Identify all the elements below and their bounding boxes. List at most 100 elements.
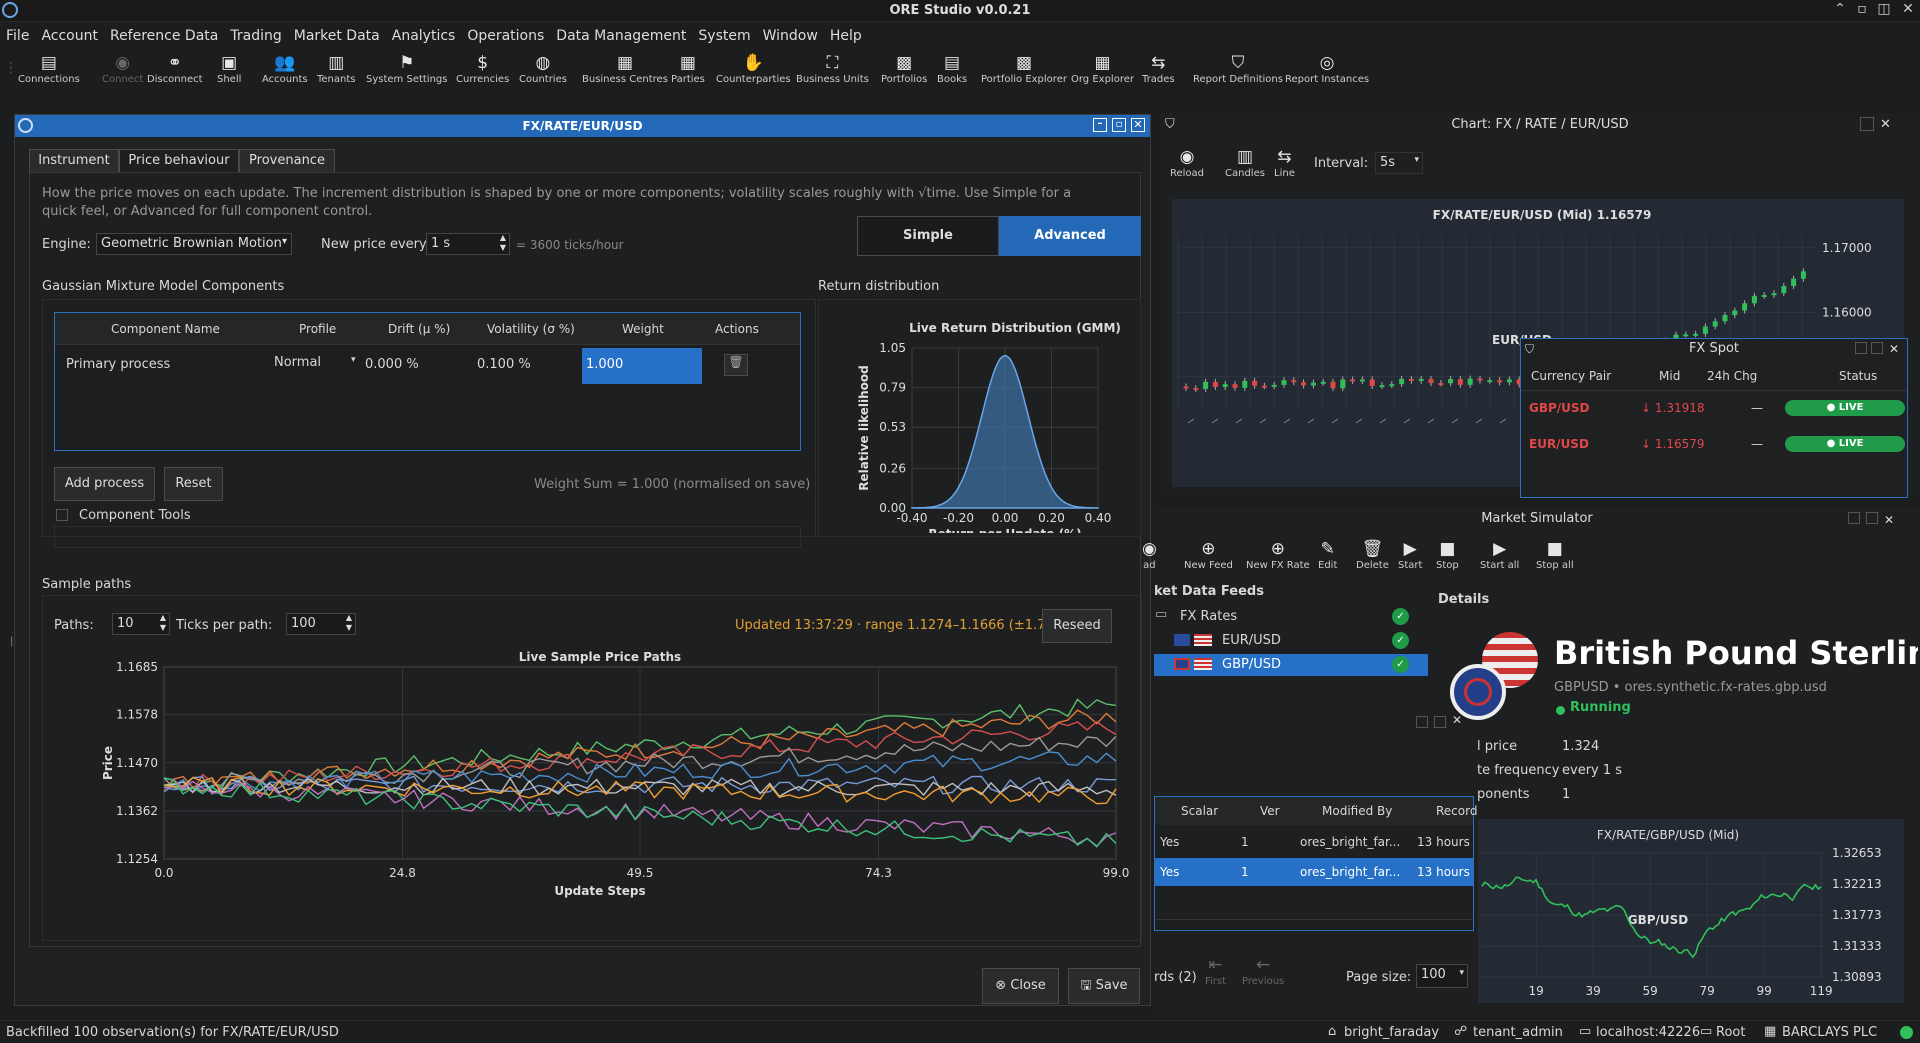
reset-button[interactable]: Reset <box>164 467 223 501</box>
disconnect-button[interactable]: ⚭ Disconnect <box>147 52 203 85</box>
weight-input[interactable]: 1.000 <box>582 348 702 384</box>
report-instances-button[interactable]: ◎ Report Instances <box>1285 52 1369 85</box>
previous-page-button[interactable]: ← Previous <box>1242 954 1284 987</box>
minimize-icon[interactable]: ⌃ <box>1830 1 1850 17</box>
paths-spinner-arrows-icon[interactable]: ▲ ▼ <box>160 613 166 633</box>
table-row[interactable]: Yes 1 ores_bright_far... 13 hours <box>1155 858 1473 886</box>
component-name-cell[interactable]: Primary process <box>66 357 170 372</box>
component-tools-checkbox[interactable] <box>56 509 68 521</box>
tab-instrument[interactable]: Instrument <box>29 149 119 173</box>
sim-new-feed-button[interactable]: ⊕ New Feed <box>1184 538 1233 571</box>
table-row[interactable]: Yes 1 ores_bright_far... 13 hours <box>1155 828 1473 856</box>
tree-node-gbpusd[interactable]: GBP/USD ✓ <box>1154 654 1428 676</box>
maximize-icon[interactable]: ▫ <box>1852 1 1872 17</box>
menu-system[interactable]: System <box>692 24 756 48</box>
reload-button[interactable]: ◉ Reload <box>1170 146 1204 179</box>
currencies-button[interactable]: $ Currencies <box>456 52 509 85</box>
simulator-close-icon[interactable]: ✕ <box>1884 509 1894 531</box>
org-explorer-button[interactable]: ▦ Org Explorer <box>1071 52 1134 85</box>
page-size-select[interactable]: 100 ▾ <box>1416 964 1468 988</box>
volatility-cell[interactable]: 0.100 % <box>477 357 531 372</box>
business-units-button[interactable]: ⛶ Business Units <box>796 52 869 85</box>
editor-close-icon[interactable]: ✕ <box>1131 118 1145 132</box>
editor-minimize-icon[interactable]: – <box>1093 118 1107 132</box>
first-page-button[interactable]: ⇤ First <box>1205 954 1226 987</box>
engine-select[interactable]: Geometric Brownian Motion ▾ <box>96 233 292 255</box>
restore-icon[interactable]: ◫ <box>1874 1 1894 17</box>
menu-data-management[interactable]: Data Management <box>550 24 692 48</box>
menu-window[interactable]: Window <box>757 24 824 48</box>
sim-start-button[interactable]: ▶ Start <box>1398 538 1422 571</box>
report-definitions-button[interactable]: ⛉ Report Definitions <box>1193 52 1283 85</box>
fx-spot-pin-icon[interactable]: ⛉ <box>1525 339 1534 359</box>
fx-spot-minimize-icon[interactable] <box>1855 342 1867 354</box>
countries-button[interactable]: ◍ Countries <box>519 52 567 85</box>
tree-node-eurusd[interactable]: EUR/USD ✓ <box>1154 630 1428 652</box>
editor-maximize-icon[interactable]: ▫ <box>1112 118 1126 132</box>
menu-reference-data[interactable]: Reference Data <box>104 24 224 48</box>
mode-advanced-button[interactable]: Advanced <box>999 216 1141 256</box>
simulator-maximize-icon[interactable] <box>1866 512 1878 524</box>
spinner-arrows-icon[interactable]: ▲ ▼ <box>500 233 506 253</box>
fx-spot-maximize-icon[interactable] <box>1871 342 1883 354</box>
fx-spot-row-eurusd[interactable]: EUR/USD ↓ 1.16579 — ● LIVE <box>1521 431 1907 461</box>
sim-new-fx-rate-button[interactable]: ⊕ New FX Rate <box>1246 538 1310 571</box>
component-tools-label[interactable]: Component Tools <box>79 508 191 523</box>
menu-market-data[interactable]: Market Data <box>288 24 386 48</box>
chart-window-restore-icon[interactable] <box>1860 117 1874 131</box>
horizontal-scrollbar[interactable] <box>1155 919 1473 929</box>
add-process-button[interactable]: Add process <box>54 467 155 501</box>
new-price-spinner[interactable]: 1 s ▲ ▼ <box>426 233 510 255</box>
parties-button[interactable]: ▦ Parties <box>671 52 705 85</box>
menu-operations[interactable]: Operations <box>461 24 550 48</box>
accounts-button[interactable]: 👥 Accounts <box>262 52 308 85</box>
reseed-button[interactable]: Reseed <box>1042 609 1112 643</box>
chart-window-pin-icon[interactable]: ⛉ <box>1165 114 1175 136</box>
sim-delete-button[interactable]: 🗑 Delete <box>1356 538 1389 571</box>
close-icon[interactable]: ✕ <box>1898 1 1918 17</box>
tab-price-behaviour[interactable]: Price behaviour <box>119 149 239 173</box>
profile-cell[interactable]: Normal <box>274 355 321 370</box>
trades-button[interactable]: ⇆ Trades <box>1142 52 1175 85</box>
drift-cell[interactable]: 0.000 % <box>365 357 419 372</box>
system-settings-button[interactable]: ⚑ System Settings <box>366 52 447 85</box>
portfolio-explorer-button[interactable]: ▩ Portfolio Explorer <box>981 52 1067 85</box>
menu-account[interactable]: Account <box>35 24 104 48</box>
ticks-per-path-spinner[interactable]: 100 ▲ ▼ <box>286 613 356 635</box>
mode-simple-button[interactable]: Simple <box>857 216 999 256</box>
interval-select[interactable]: 5s ▾ <box>1375 152 1423 174</box>
records-minimize-icon[interactable] <box>1416 716 1428 728</box>
delete-component-button[interactable]: 🗑 <box>724 354 748 376</box>
save-button[interactable]: 🖫 Save <box>1068 968 1140 1004</box>
menu-analytics[interactable]: Analytics <box>386 24 462 48</box>
paths-spinner[interactable]: 10 ▲ ▼ <box>112 613 170 635</box>
simulator-minimize-icon[interactable] <box>1848 512 1860 524</box>
close-button[interactable]: ⊗ Close <box>982 968 1059 1004</box>
chart-window-close-icon[interactable]: ✕ <box>1880 114 1891 136</box>
tree-node-fx-rates[interactable]: ▭ FX Rates ✓ <box>1154 606 1428 628</box>
business-centres-button[interactable]: ▦ Business Centres <box>582 52 668 85</box>
shell-button[interactable]: ▣ Shell <box>217 52 241 85</box>
menu-file[interactable]: File <box>0 24 35 48</box>
gmm-row[interactable]: Primary process Normal ▾ 0.000 % 0.100 %… <box>55 345 800 385</box>
records-maximize-icon[interactable] <box>1434 716 1446 728</box>
counterparties-button[interactable]: ✋ Counterparties <box>716 52 791 85</box>
sim-stop-button[interactable]: ■ Stop <box>1436 538 1459 571</box>
line-button[interactable]: ⇆ Line <box>1274 146 1295 179</box>
candles-button[interactable]: ▥ Candles <box>1225 146 1265 179</box>
fx-spot-row-gbpusd[interactable]: GBP/USD ↓ 1.31918 — ● LIVE <box>1521 395 1907 425</box>
menu-help[interactable]: Help <box>824 24 868 48</box>
sim-start-all-button[interactable]: ▶ Start all <box>1480 538 1519 571</box>
portfolios-button[interactable]: ▩ Portfolios <box>881 52 927 85</box>
tenants-button[interactable]: ▥ Tenants <box>317 52 356 85</box>
connections-button[interactable]: ▤ Connections <box>18 52 80 85</box>
books-button[interactable]: ▤ Books <box>937 52 967 85</box>
fx-spot-close-icon[interactable]: ✕ <box>1889 339 1899 359</box>
menu-trading[interactable]: Trading <box>224 24 287 48</box>
profile-chevron-icon[interactable]: ▾ <box>351 355 356 365</box>
sim-ad-button[interactable]: ◉ ad <box>1142 538 1157 571</box>
tab-provenance[interactable]: Provenance <box>239 149 335 173</box>
sim-stop-all-button[interactable]: ■ Stop all <box>1536 538 1574 571</box>
ticks-spinner-arrows-icon[interactable]: ▲ ▼ <box>346 613 352 633</box>
connect-button[interactable]: ◉ Connect <box>102 52 143 85</box>
